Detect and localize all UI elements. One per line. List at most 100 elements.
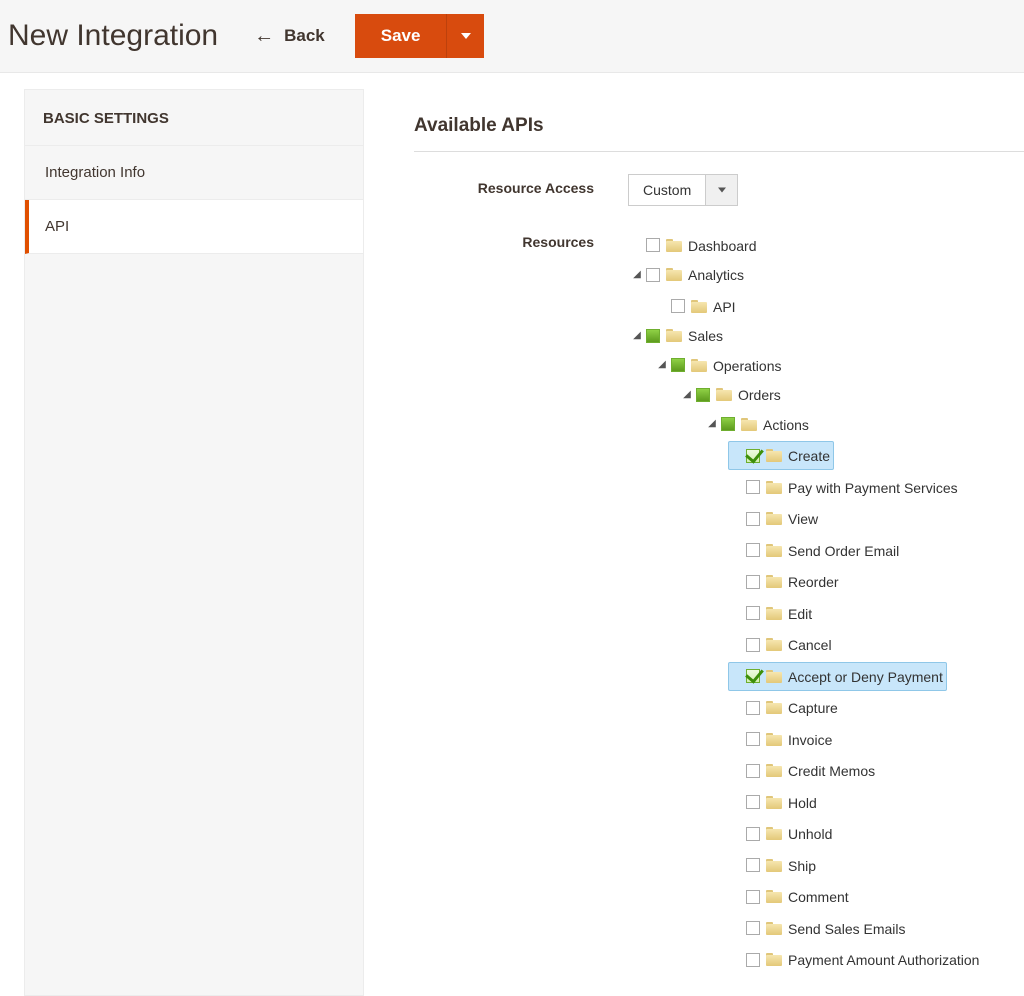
save-dropdown-button[interactable] xyxy=(446,14,484,58)
tree-node-label: Accept or Deny Payment xyxy=(788,664,943,689)
tree-collapse-icon[interactable]: ◢ xyxy=(630,324,644,348)
tree-node[interactable]: Ship xyxy=(728,851,820,880)
folder-icon xyxy=(766,764,782,777)
tree-node[interactable]: ◢ Operations xyxy=(653,351,785,380)
section-title: Available APIs xyxy=(414,115,1024,152)
tree-node[interactable]: Payment Amount Authorization xyxy=(728,945,983,974)
tree-checkbox[interactable] xyxy=(746,575,760,589)
folder-icon xyxy=(666,329,682,342)
tree-node-label: Edit xyxy=(788,601,812,626)
resources-label: Resources xyxy=(414,228,594,250)
tree-node[interactable]: Capture xyxy=(728,693,842,722)
sidebar-item-label: API xyxy=(45,218,69,235)
tree-checkbox[interactable] xyxy=(671,358,685,372)
folder-icon xyxy=(766,449,782,462)
folder-icon xyxy=(766,607,782,620)
save-button-group: Save xyxy=(355,14,485,58)
tree-node-label: Capture xyxy=(788,695,838,720)
folder-icon xyxy=(766,953,782,966)
tree-checkbox[interactable] xyxy=(746,732,760,746)
tree-node[interactable]: Reorder xyxy=(728,567,843,596)
settings-sidebar: BASIC SETTINGS Integration Info API xyxy=(24,89,364,996)
tree-checkbox[interactable] xyxy=(746,795,760,809)
tree-checkbox[interactable] xyxy=(746,953,760,967)
select-caret-icon xyxy=(705,175,737,205)
tree-node-label: Pay with Payment Services xyxy=(788,475,958,500)
tree-checkbox[interactable] xyxy=(746,669,760,683)
tree-node[interactable]: Hold xyxy=(728,788,821,817)
tree-checkbox[interactable] xyxy=(696,388,710,402)
folder-icon xyxy=(766,922,782,935)
tree-node[interactable]: Comment xyxy=(728,882,853,911)
tree-node-label: Analytics xyxy=(688,262,744,287)
tree-checkbox[interactable] xyxy=(646,268,660,282)
tree-node[interactable]: Edit xyxy=(728,599,816,628)
tree-node[interactable]: Unhold xyxy=(728,819,836,848)
tree-collapse-icon[interactable]: ◢ xyxy=(630,263,644,287)
tree-checkbox[interactable] xyxy=(746,480,760,494)
folder-icon xyxy=(766,701,782,714)
folder-icon xyxy=(766,544,782,557)
tree-node-label: Operations xyxy=(713,353,781,378)
tree-checkbox[interactable] xyxy=(746,512,760,526)
tree-node[interactable]: ◢ Actions xyxy=(703,410,813,439)
tree-checkbox[interactable] xyxy=(746,449,760,463)
tree-node-label: Credit Memos xyxy=(788,758,875,783)
tree-checkbox[interactable] xyxy=(646,238,660,252)
tree-collapse-icon[interactable]: ◢ xyxy=(655,353,669,377)
save-button[interactable]: Save xyxy=(355,14,447,58)
tree-node-label: Cancel xyxy=(788,632,832,657)
back-button-label: Back xyxy=(284,26,325,46)
tree-checkbox[interactable] xyxy=(746,921,760,935)
tree-node[interactable]: Send Order Email xyxy=(728,536,903,565)
tree-checkbox[interactable] xyxy=(646,329,660,343)
tree-node[interactable]: ◢ Analytics xyxy=(628,260,748,289)
tree-node[interactable]: ◢Orders xyxy=(678,380,785,409)
tree-node[interactable]: Create xyxy=(728,441,834,470)
tree-node[interactable]: Send Sales Emails xyxy=(728,914,910,943)
tree-node-label: Dashboard xyxy=(688,233,757,258)
folder-icon xyxy=(766,796,782,809)
resources-tree: Dashboard◢AnalyticsAPI◢Sales◢Operations◢… xyxy=(628,228,983,974)
tree-checkbox[interactable] xyxy=(746,543,760,557)
tree-checkbox[interactable] xyxy=(746,606,760,620)
tree-node[interactable]: Invoice xyxy=(728,725,836,754)
tree-node-label: Invoice xyxy=(788,727,832,752)
tree-node[interactable]: View xyxy=(728,504,822,533)
tree-checkbox[interactable] xyxy=(746,858,760,872)
sidebar-item-integration-info[interactable]: Integration Info xyxy=(25,146,363,200)
tree-node[interactable]: Credit Memos xyxy=(728,756,879,785)
tree-collapse-icon[interactable]: ◢ xyxy=(705,412,719,436)
tree-node-label: Sales xyxy=(688,323,723,348)
tree-node-label: Reorder xyxy=(788,569,839,594)
tree-node-label: Comment xyxy=(788,884,849,909)
tree-checkbox[interactable] xyxy=(746,701,760,715)
tree-node-label: API xyxy=(713,294,736,319)
page-title: New Integration xyxy=(8,19,218,53)
tree-node-label: Unhold xyxy=(788,821,832,846)
tree-checkbox[interactable] xyxy=(746,890,760,904)
folder-icon xyxy=(766,638,782,651)
folder-icon xyxy=(766,512,782,525)
tree-checkbox[interactable] xyxy=(746,764,760,778)
tree-node-label: Actions xyxy=(763,412,809,437)
tree-node[interactable]: Dashboard xyxy=(628,231,761,260)
folder-icon xyxy=(666,268,682,281)
resource-access-select[interactable]: Custom xyxy=(628,174,738,206)
tree-node[interactable]: Accept or Deny Payment xyxy=(728,662,947,691)
tree-collapse-icon[interactable]: ◢ xyxy=(680,383,694,407)
tree-node[interactable]: API xyxy=(653,292,740,321)
tree-node[interactable]: ◢ Sales xyxy=(628,321,727,350)
tree-checkbox[interactable] xyxy=(746,827,760,841)
tree-checkbox[interactable] xyxy=(671,299,685,313)
folder-icon xyxy=(766,859,782,872)
back-arrow-icon: ← xyxy=(254,26,274,46)
tree-node[interactable]: Pay with Payment Services xyxy=(728,473,962,502)
tree-node[interactable]: Cancel xyxy=(728,630,836,659)
tree-checkbox[interactable] xyxy=(746,638,760,652)
sidebar-item-api[interactable]: API xyxy=(25,200,363,254)
tree-checkbox[interactable] xyxy=(721,417,735,431)
back-button[interactable]: ← Back xyxy=(242,20,337,52)
folder-icon xyxy=(766,890,782,903)
page-header: New Integration ← Back Save xyxy=(0,0,1024,73)
